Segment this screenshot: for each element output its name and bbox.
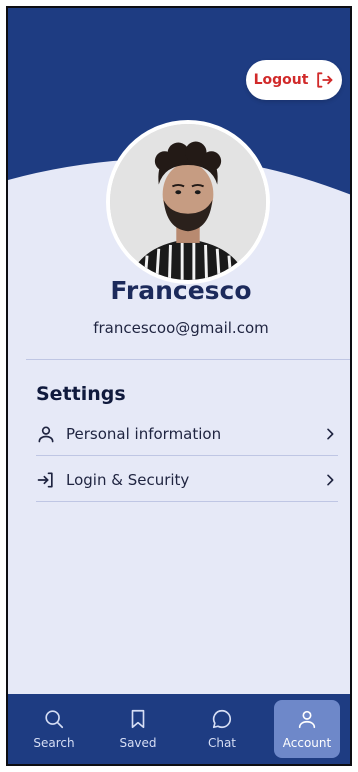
bottom-nav: Search Saved Chat Account <box>8 694 350 764</box>
nav-item-saved[interactable]: Saved <box>106 700 170 758</box>
search-icon <box>45 710 64 729</box>
logout-icon <box>317 72 333 88</box>
chevron-right-icon <box>327 428 334 439</box>
user-name: Francesco <box>110 276 252 305</box>
bookmark-icon <box>131 709 145 729</box>
chat-icon <box>212 709 231 729</box>
menu-item-label: Login & Security <box>66 470 190 489</box>
nav-item-search[interactable]: Search <box>22 700 86 758</box>
nav-item-account[interactable]: Account <box>274 700 340 758</box>
nav-label: Saved <box>119 736 157 750</box>
login-icon <box>37 472 53 487</box>
logout-button[interactable]: Logout <box>246 60 342 100</box>
menu-item-label: Personal information <box>66 424 222 443</box>
user-icon <box>298 710 316 729</box>
menu-item-personal-information[interactable]: Personal information <box>36 412 338 456</box>
logout-label: Logout <box>253 72 309 88</box>
divider <box>26 359 350 360</box>
app-screen: Logout Francesco francescoo@gmail.com Se… <box>6 6 352 766</box>
nav-label: Chat <box>207 736 237 750</box>
nav-label: Account <box>282 736 332 750</box>
nav-label: Search <box>33 736 75 750</box>
settings-title: Settings <box>36 383 126 405</box>
chevron-right-icon <box>327 474 334 485</box>
user-icon <box>38 426 54 442</box>
nav-item-chat[interactable]: Chat <box>190 700 254 758</box>
user-email: francescoo@gmail.com <box>93 319 269 337</box>
menu-item-login-security[interactable]: Login & Security <box>36 458 338 502</box>
avatar <box>106 120 270 284</box>
